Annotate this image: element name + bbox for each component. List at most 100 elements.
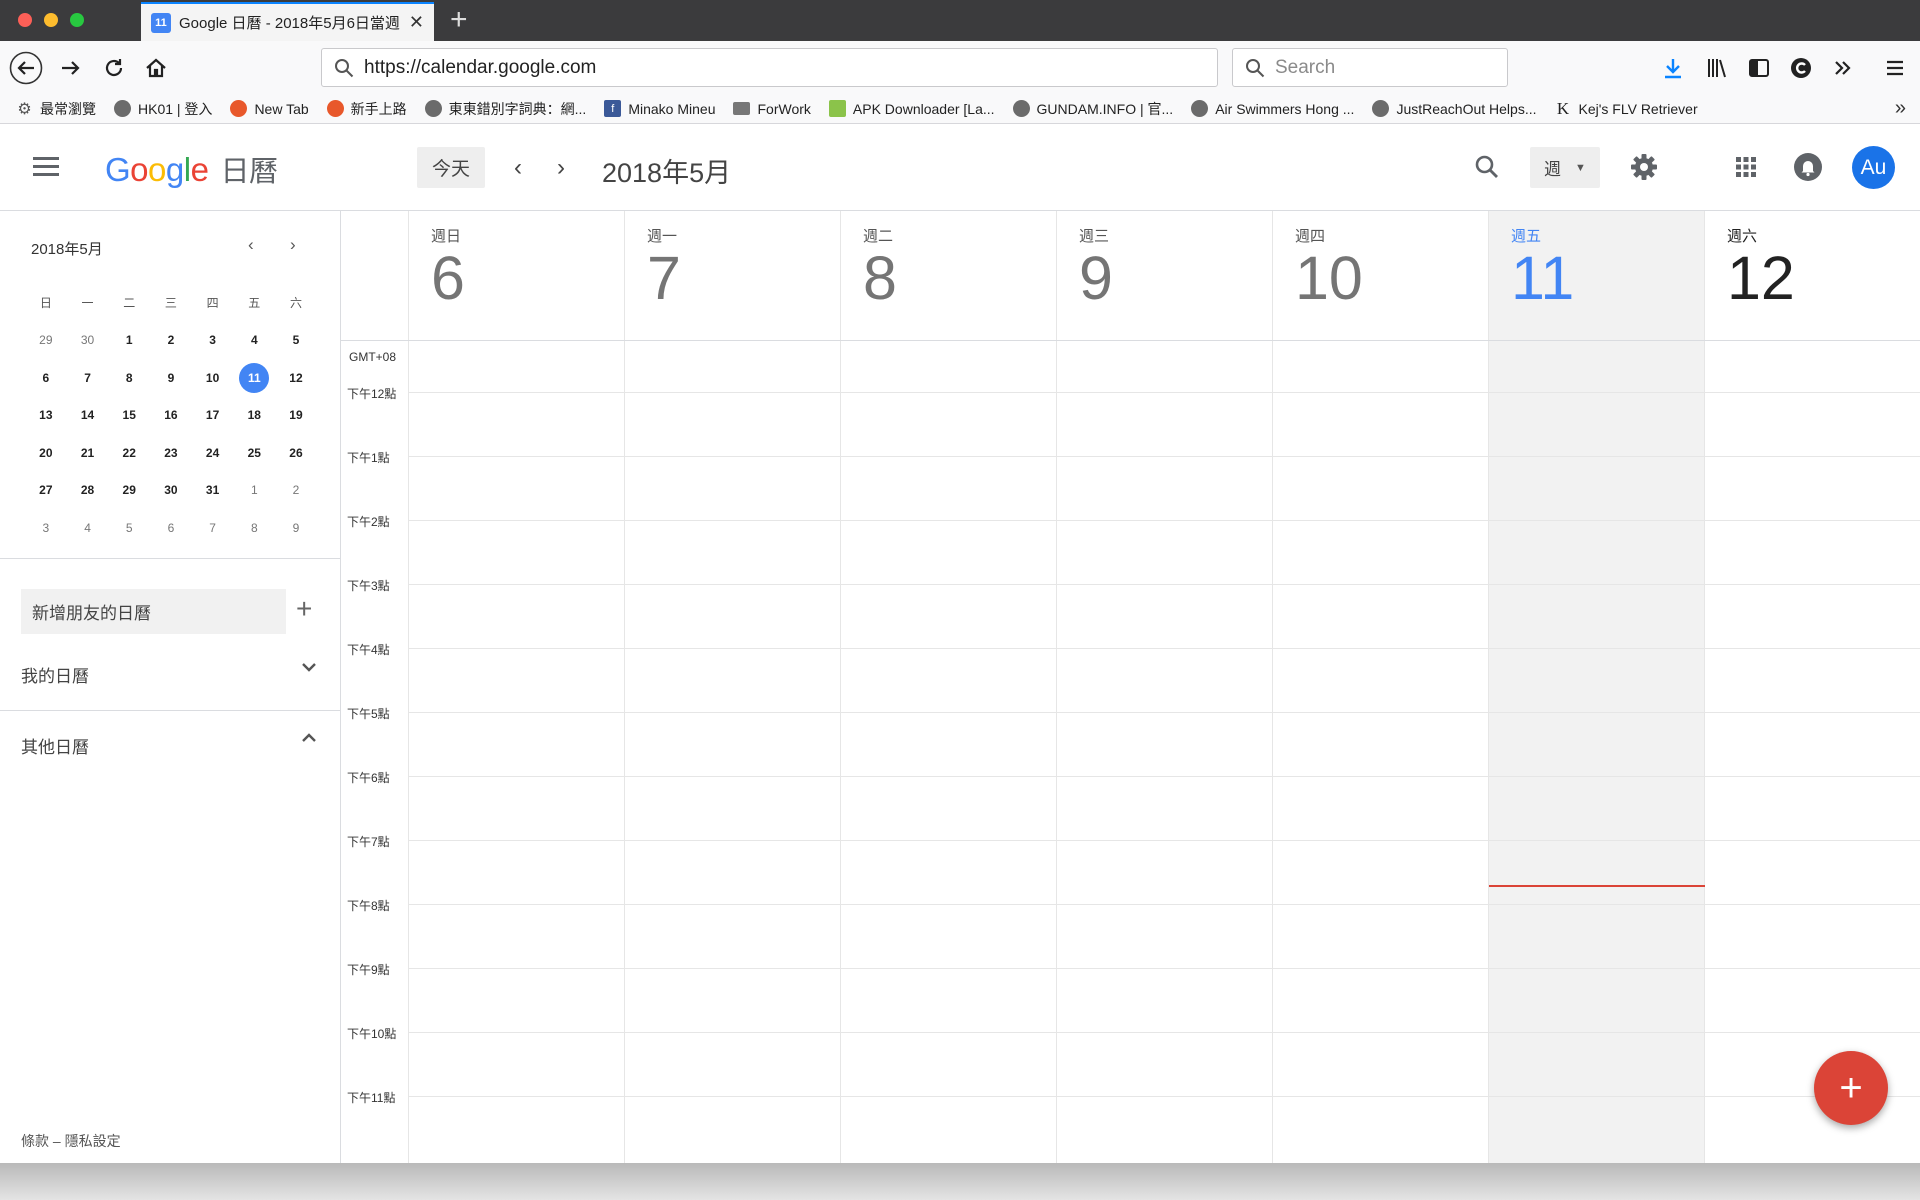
bookmark-item[interactable]: 東東錯別字詞典：網... xyxy=(424,99,586,119)
downloads-button[interactable] xyxy=(1656,41,1690,94)
mini-day[interactable]: 30 xyxy=(150,483,192,497)
mini-day[interactable]: 25 xyxy=(233,446,275,460)
add-calendar-icon[interactable]: + xyxy=(296,593,312,625)
chevron-up-icon[interactable] xyxy=(300,729,318,752)
day-number[interactable]: 11 xyxy=(1511,243,1574,313)
browser-tab[interactable]: 11 Google 日曆 - 2018年5月6日當週 ✕ xyxy=(141,2,434,41)
mini-day[interactable]: 9 xyxy=(275,521,317,535)
search-field[interactable]: Search xyxy=(1232,48,1508,87)
mini-day[interactable]: 29 xyxy=(108,483,150,497)
app-menu-button[interactable] xyxy=(1878,41,1912,94)
mini-day[interactable]: 10 xyxy=(192,371,234,385)
mini-day[interactable]: 12 xyxy=(275,371,317,385)
bookmark-item[interactable]: ⚙ 最常瀏覽 xyxy=(16,99,96,119)
mini-day[interactable]: 6 xyxy=(150,521,192,535)
bookmark-item[interactable]: GUNDAM.INFO | 官... xyxy=(1012,99,1173,119)
mini-day[interactable]: 2 xyxy=(150,333,192,347)
mini-day[interactable]: 13 xyxy=(25,408,67,422)
mini-day[interactable]: 28 xyxy=(67,483,109,497)
bookmark-item[interactable]: Air Swimmers Hong ... xyxy=(1191,100,1354,117)
main-menu-icon[interactable] xyxy=(33,157,59,177)
mini-day[interactable]: 7 xyxy=(67,371,109,385)
tab-close-icon[interactable]: ✕ xyxy=(409,12,424,33)
day-number[interactable]: 8 xyxy=(863,243,897,313)
reload-button[interactable] xyxy=(98,41,130,94)
sidebar-toggle-button[interactable] xyxy=(1742,41,1776,94)
minimize-window-icon[interactable] xyxy=(44,13,58,27)
mini-day[interactable]: 18 xyxy=(233,408,275,422)
mini-day[interactable]: 22 xyxy=(108,446,150,460)
my-calendars-header[interactable]: 我的日曆 xyxy=(21,662,89,687)
mini-day[interactable]: 4 xyxy=(67,521,109,535)
mini-day[interactable]: 3 xyxy=(192,333,234,347)
mini-day[interactable]: 17 xyxy=(192,408,234,422)
day-grid-column[interactable] xyxy=(840,341,1056,1163)
mini-day[interactable]: 15 xyxy=(108,408,150,422)
mini-day[interactable]: 6 xyxy=(25,371,67,385)
day-grid-column[interactable] xyxy=(408,341,624,1163)
mini-day[interactable]: 21 xyxy=(67,446,109,460)
settings-button[interactable] xyxy=(1626,141,1662,193)
close-window-icon[interactable] xyxy=(18,13,32,27)
mini-day[interactable]: 31 xyxy=(192,483,234,497)
bookmarks-overflow-icon[interactable]: » xyxy=(1895,97,1906,120)
mini-day[interactable]: 8 xyxy=(233,521,275,535)
home-button[interactable] xyxy=(140,41,172,94)
maximize-window-icon[interactable] xyxy=(70,13,84,27)
mini-day[interactable]: 20 xyxy=(25,446,67,460)
day-grid-column[interactable] xyxy=(1056,341,1272,1163)
day-number[interactable]: 12 xyxy=(1727,243,1795,313)
mini-calendar-next-icon[interactable]: › xyxy=(290,235,296,255)
mini-day[interactable]: 1 xyxy=(233,483,275,497)
extension-button[interactable] xyxy=(1784,41,1818,94)
day-number[interactable]: 6 xyxy=(431,243,465,313)
mini-calendar-prev-icon[interactable]: ‹ xyxy=(248,235,254,255)
mini-day[interactable]: 24 xyxy=(192,446,234,460)
previous-week-icon[interactable]: ‹ xyxy=(514,154,522,182)
notifications-button[interactable] xyxy=(1790,141,1826,193)
next-week-icon[interactable]: › xyxy=(557,154,565,182)
add-friend-calendar-input[interactable]: 新增朋友的日曆 xyxy=(21,589,286,634)
forward-button[interactable] xyxy=(55,41,87,94)
other-calendars-header[interactable]: 其他日曆 xyxy=(21,733,89,758)
day-grid-column[interactable] xyxy=(1488,341,1704,1163)
back-button[interactable] xyxy=(6,41,46,94)
new-tab-button[interactable]: + xyxy=(450,3,468,37)
mini-day[interactable]: 7 xyxy=(192,521,234,535)
chevron-down-icon[interactable] xyxy=(300,658,318,681)
day-column-header[interactable]: 週一 7 xyxy=(624,211,840,340)
google-calendar-logo[interactable]: Google 日曆 xyxy=(105,148,278,190)
day-grid-column[interactable] xyxy=(624,341,840,1163)
bookmark-item[interactable]: ForWork xyxy=(733,101,811,117)
mini-day[interactable]: 1 xyxy=(108,333,150,347)
mini-day[interactable]: 5 xyxy=(275,333,317,347)
mini-day[interactable]: 19 xyxy=(275,408,317,422)
calendar-search-button[interactable] xyxy=(1470,141,1504,193)
mini-day[interactable]: 26 xyxy=(275,446,317,460)
day-column-header[interactable]: 週四 10 xyxy=(1272,211,1488,340)
day-grid-column[interactable] xyxy=(1272,341,1488,1163)
mini-day[interactable]: 27 xyxy=(25,483,67,497)
week-time-grid[interactable] xyxy=(408,341,1920,1163)
day-column-header[interactable]: 週六 12 xyxy=(1704,211,1920,340)
mini-day[interactable]: 23 xyxy=(150,446,192,460)
mini-day[interactable]: 4 xyxy=(233,333,275,347)
create-event-button[interactable]: + xyxy=(1814,1051,1888,1125)
mini-day[interactable]: 16 xyxy=(150,408,192,422)
bookmark-item[interactable]: JustReachOut Helps... xyxy=(1372,100,1537,117)
mini-day[interactable]: 3 xyxy=(25,521,67,535)
mini-day-selected[interactable]: 11 xyxy=(233,362,275,393)
bookmark-item[interactable]: New Tab xyxy=(230,100,309,117)
apps-button[interactable] xyxy=(1728,141,1764,193)
day-number[interactable]: 9 xyxy=(1079,243,1113,313)
bookmark-item[interactable]: f Minako Mineu xyxy=(604,100,715,117)
today-button[interactable]: 今天 xyxy=(417,147,485,188)
view-selector[interactable]: 週 ▼ xyxy=(1530,147,1600,188)
day-column-header[interactable]: 週三 9 xyxy=(1056,211,1272,340)
mini-day[interactable]: 30 xyxy=(67,333,109,347)
bookmark-item[interactable]: K Kej's FLV Retriever xyxy=(1555,99,1698,118)
terms-privacy-link[interactable]: 條款 – 隱私設定 xyxy=(21,1131,121,1151)
day-column-header[interactable]: 週五 11 xyxy=(1488,211,1704,340)
day-column-header[interactable]: 週二 8 xyxy=(840,211,1056,340)
account-avatar[interactable]: Au xyxy=(1852,146,1895,189)
